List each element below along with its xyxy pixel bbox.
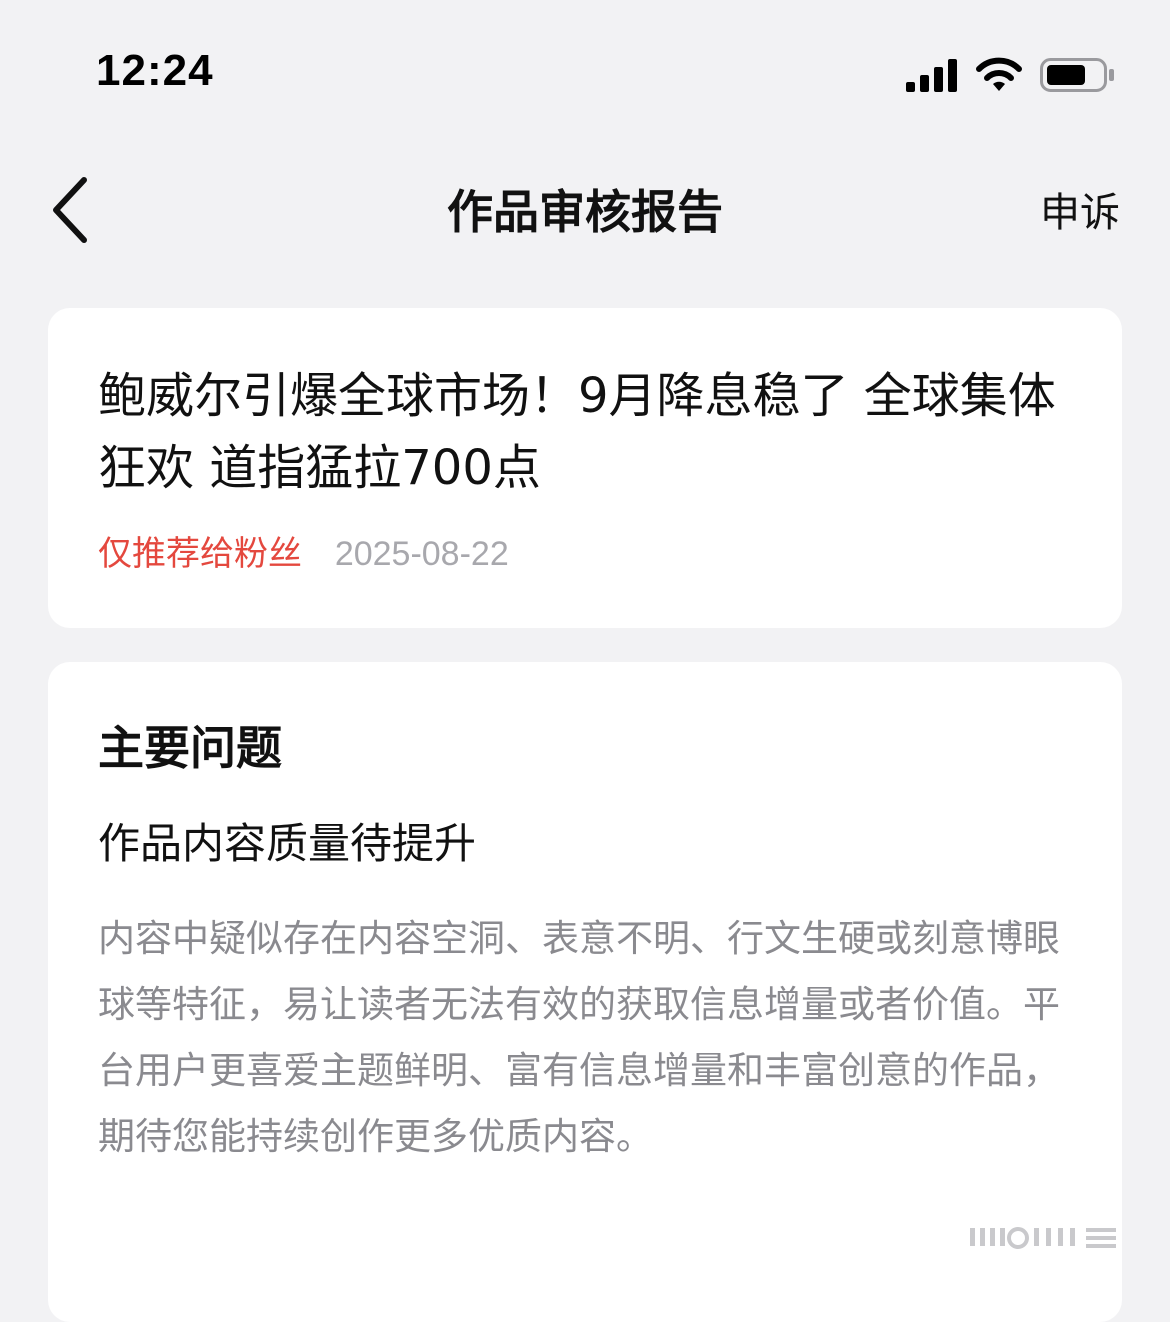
status-time: 12:24 (96, 46, 214, 95)
article-meta: 仅推荐给粉丝 2025-08-22 (98, 532, 1072, 576)
article-title: 鲍威尔引爆全球市场！9月降息稳了 全球集体狂欢 道指猛拉700点 (98, 368, 1056, 496)
wifi-icon (976, 57, 1022, 91)
page-title: 作品审核报告 (447, 185, 723, 239)
signal-icon (906, 59, 957, 92)
recommendation-status: 仅推荐给粉丝 (98, 534, 302, 574)
battery-icon (1040, 58, 1114, 92)
issue-card: 主要问题 作品内容质量待提升 内容中疑似存在内容空洞、表意不明、行文生硬或刻意博… (48, 662, 1122, 1322)
status-bar: 12:24 (0, 0, 1170, 150)
issue-description: 内容中疑似存在内容空洞、表意不明、行文生硬或刻意博眼球等特征，易让读者无法有效的… (98, 917, 1060, 1158)
watermark-graphic (970, 1227, 1116, 1249)
issue-subtitle: 作品内容质量待提升 (98, 819, 477, 868)
nav-bar: 作品审核报告 申诉 (0, 150, 1170, 270)
appeal-button[interactable]: 申诉 (1040, 180, 1120, 238)
issue-heading: 主要问题 (98, 721, 282, 775)
publish-date: 2025-08-22 (334, 535, 509, 573)
article-card[interactable]: 鲍威尔引爆全球市场！9月降息稳了 全球集体狂欢 道指猛拉700点 仅推荐给粉丝 … (48, 308, 1122, 628)
